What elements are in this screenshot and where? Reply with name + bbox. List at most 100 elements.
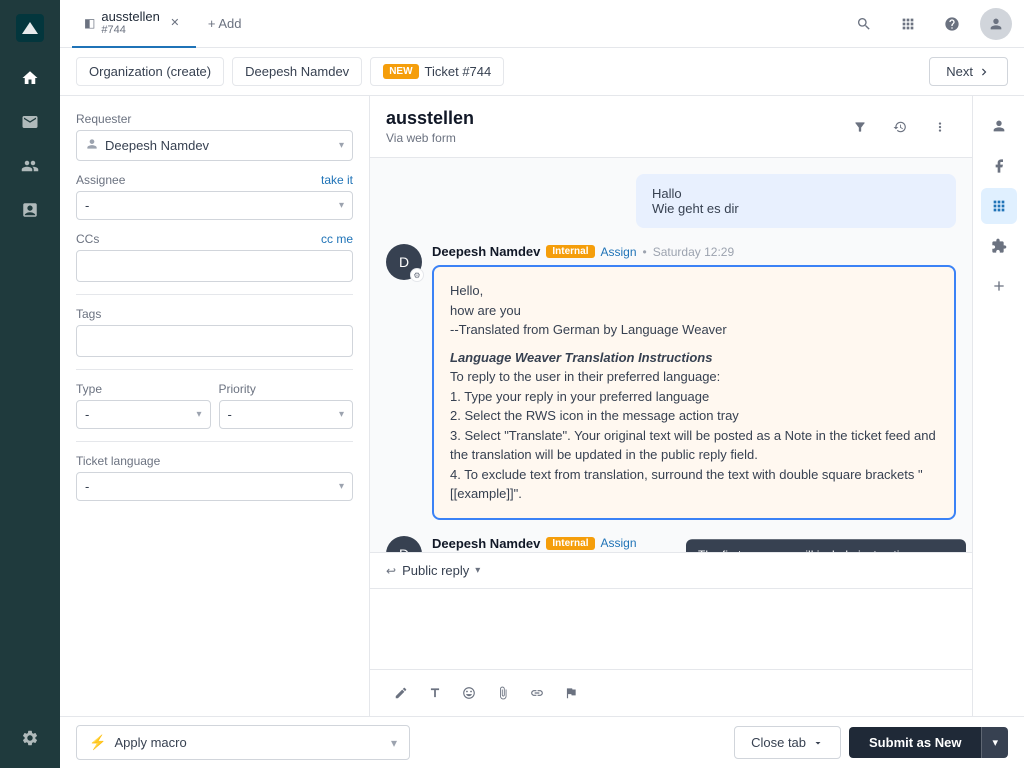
hallo-line1: Hallo bbox=[652, 186, 940, 201]
sidebar-item-contacts[interactable] bbox=[12, 148, 48, 184]
next-button[interactable]: Next bbox=[929, 57, 1008, 86]
reply-tab-label: Public reply bbox=[402, 563, 469, 578]
reply-tab-arrow-icon: ↩ bbox=[386, 564, 396, 578]
reply-toolbar bbox=[370, 669, 972, 716]
tab-ausstellen[interactable]: ◧ ausstellen #744 ✕ bbox=[72, 0, 196, 48]
hallo-line2: Wie geht es dir bbox=[652, 201, 940, 216]
priority-select[interactable]: - ▾ bbox=[219, 400, 354, 429]
tooltip-overlay: The first message will include instructi… bbox=[686, 539, 966, 552]
sidebar-item-reports[interactable] bbox=[12, 192, 48, 228]
user-message-bubble: Hallo Wie geht es dir bbox=[636, 174, 956, 228]
tags-input[interactable] bbox=[76, 325, 353, 357]
msg2-assign-link[interactable]: Assign bbox=[601, 536, 637, 550]
msg1-line3: --Translated from German by Language Wea… bbox=[450, 322, 727, 337]
divider3 bbox=[76, 441, 353, 442]
reply-area: ↩ Public reply ▾ bbox=[370, 552, 972, 716]
ccs-label: CCs bbox=[76, 232, 99, 246]
far-right-user-icon[interactable] bbox=[981, 108, 1017, 144]
format-text-icon[interactable] bbox=[420, 678, 450, 708]
ticket-language-select[interactable]: - ▾ bbox=[76, 472, 353, 501]
assignee-chevron-icon: ▾ bbox=[339, 200, 344, 211]
close-tab-label: Close tab bbox=[751, 735, 806, 750]
sidebar-item-tickets[interactable] bbox=[12, 104, 48, 140]
assignee-value: - bbox=[85, 198, 89, 213]
tooltip-text: The first message will include instructi… bbox=[698, 548, 935, 552]
msg1-step3: 3. Select "Translate". Your original tex… bbox=[450, 428, 936, 463]
user-avatar[interactable] bbox=[980, 8, 1012, 40]
requester-person-icon bbox=[85, 137, 99, 154]
tab-close-button[interactable]: ✕ bbox=[166, 14, 184, 32]
divider1 bbox=[76, 294, 353, 295]
history-button[interactable] bbox=[884, 111, 916, 143]
take-it-link[interactable]: take it bbox=[321, 173, 353, 187]
body: Requester Deepesh Namdev ▾ Assignee take… bbox=[60, 96, 1024, 716]
requester-label: Requester bbox=[76, 112, 353, 126]
close-tab-button[interactable]: Close tab bbox=[734, 726, 841, 759]
assignee-select[interactable]: - ▾ bbox=[76, 191, 353, 220]
far-right-puzzle-icon[interactable] bbox=[981, 228, 1017, 264]
requester-chevron-icon: ▾ bbox=[339, 140, 344, 151]
macro-chevron-icon: ▾ bbox=[391, 736, 397, 750]
msg1-line1: Hello, bbox=[450, 283, 483, 298]
ticket-subtitle: Via web form bbox=[386, 131, 474, 145]
attach-icon[interactable] bbox=[488, 678, 518, 708]
priority-chevron-icon: ▾ bbox=[339, 409, 344, 420]
type-select[interactable]: - ▾ bbox=[76, 400, 211, 429]
msg1-dot: • bbox=[643, 245, 647, 259]
breadcrumb-bar: Organization (create) Deepesh Namdev NEW… bbox=[60, 48, 1024, 96]
priority-label: Priority bbox=[219, 382, 354, 396]
msg1-author: Deepesh Namdev bbox=[432, 244, 540, 259]
msg1-badge: Internal bbox=[546, 245, 594, 258]
far-right-brand-icon[interactable] bbox=[981, 188, 1017, 224]
msg1-time: Saturday 12:29 bbox=[653, 245, 734, 259]
flag-icon[interactable] bbox=[556, 678, 586, 708]
tab-ticket-icon: ◧ bbox=[84, 16, 95, 30]
divider2 bbox=[76, 369, 353, 370]
msg1-step2: 2. Select the RWS icon in the message ac… bbox=[450, 408, 739, 423]
type-priority-row: Type - ▾ Priority - ▾ bbox=[76, 382, 353, 429]
sidebar bbox=[0, 0, 60, 768]
msg2-avatar: D ⚙ bbox=[386, 536, 422, 553]
compose-icon[interactable] bbox=[386, 678, 416, 708]
reply-tab-chevron-icon: ▾ bbox=[475, 565, 480, 576]
sidebar-item-home[interactable] bbox=[12, 60, 48, 96]
far-right-panel bbox=[972, 96, 1024, 716]
right-panel: ausstellen Via web form bbox=[370, 96, 972, 716]
cc-me-link[interactable]: cc me bbox=[321, 232, 353, 246]
apps-button[interactable] bbox=[892, 8, 924, 40]
search-button[interactable] bbox=[848, 8, 880, 40]
breadcrumb-org-create[interactable]: Organization (create) bbox=[76, 57, 224, 86]
msg2-badge: Internal bbox=[546, 537, 594, 550]
msg1-header: Deepesh Namdev Internal Assign • Saturda… bbox=[432, 244, 956, 259]
sidebar-item-settings[interactable] bbox=[12, 720, 48, 756]
submit-button[interactable]: Submit as New bbox=[849, 727, 981, 758]
topbar: ◧ ausstellen #744 ✕ + Add bbox=[60, 0, 1024, 48]
ticket-language-chevron-icon: ▾ bbox=[339, 481, 344, 492]
link-icon[interactable] bbox=[522, 678, 552, 708]
msg1-step4: 4. To exclude text from translation, sur… bbox=[450, 467, 923, 502]
reply-editor[interactable] bbox=[370, 589, 972, 669]
msg1-assign-link[interactable]: Assign bbox=[601, 245, 637, 259]
emoji-icon[interactable] bbox=[454, 678, 484, 708]
more-options-button[interactable] bbox=[924, 111, 956, 143]
breadcrumb-ticket[interactable]: NEW Ticket #744 bbox=[370, 57, 504, 86]
sidebar-logo bbox=[14, 12, 46, 44]
help-button[interactable] bbox=[936, 8, 968, 40]
msg1-avatar: D ⚙ bbox=[386, 244, 422, 280]
filter-button[interactable] bbox=[844, 111, 876, 143]
apply-macro-select[interactable]: ⚡ Apply macro ▾ bbox=[76, 725, 410, 760]
requester-select[interactable]: Deepesh Namdev ▾ bbox=[76, 130, 353, 161]
macro-lightning-icon: ⚡ bbox=[89, 734, 106, 751]
submit-chevron-button[interactable]: ▾ bbox=[981, 727, 1008, 758]
reply-tab[interactable]: ↩ Public reply ▾ bbox=[370, 553, 972, 589]
tab-title: ausstellen bbox=[101, 9, 160, 24]
ccs-input[interactable] bbox=[76, 250, 353, 282]
breadcrumb-contact[interactable]: Deepesh Namdev bbox=[232, 57, 362, 86]
far-right-book-icon[interactable] bbox=[981, 148, 1017, 184]
tab-add-button[interactable]: + Add bbox=[196, 0, 254, 48]
assignee-label: Assignee bbox=[76, 173, 125, 187]
tab-subtitle: #744 bbox=[101, 24, 160, 36]
far-right-add-icon[interactable] bbox=[981, 268, 1017, 304]
bottom-bar: ⚡ Apply macro ▾ Close tab Submit as New … bbox=[60, 716, 1024, 768]
type-label: Type bbox=[76, 382, 211, 396]
